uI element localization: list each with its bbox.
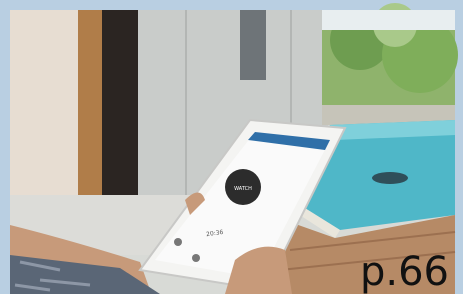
- app-icon-1[interactable]: [174, 238, 182, 246]
- page-reference-caption: p.66: [359, 249, 449, 294]
- dark-door-frame: [102, 10, 138, 210]
- app-icon-2[interactable]: [192, 254, 200, 262]
- sky: [322, 10, 455, 30]
- window-slot: [240, 10, 266, 80]
- photo-frame: WATCH 20:36 p.66: [0, 0, 463, 294]
- wooden-post: [78, 10, 102, 205]
- left-wall: [10, 10, 80, 210]
- start-button-label: WATCH: [234, 186, 252, 192]
- pool-robot: [372, 172, 408, 184]
